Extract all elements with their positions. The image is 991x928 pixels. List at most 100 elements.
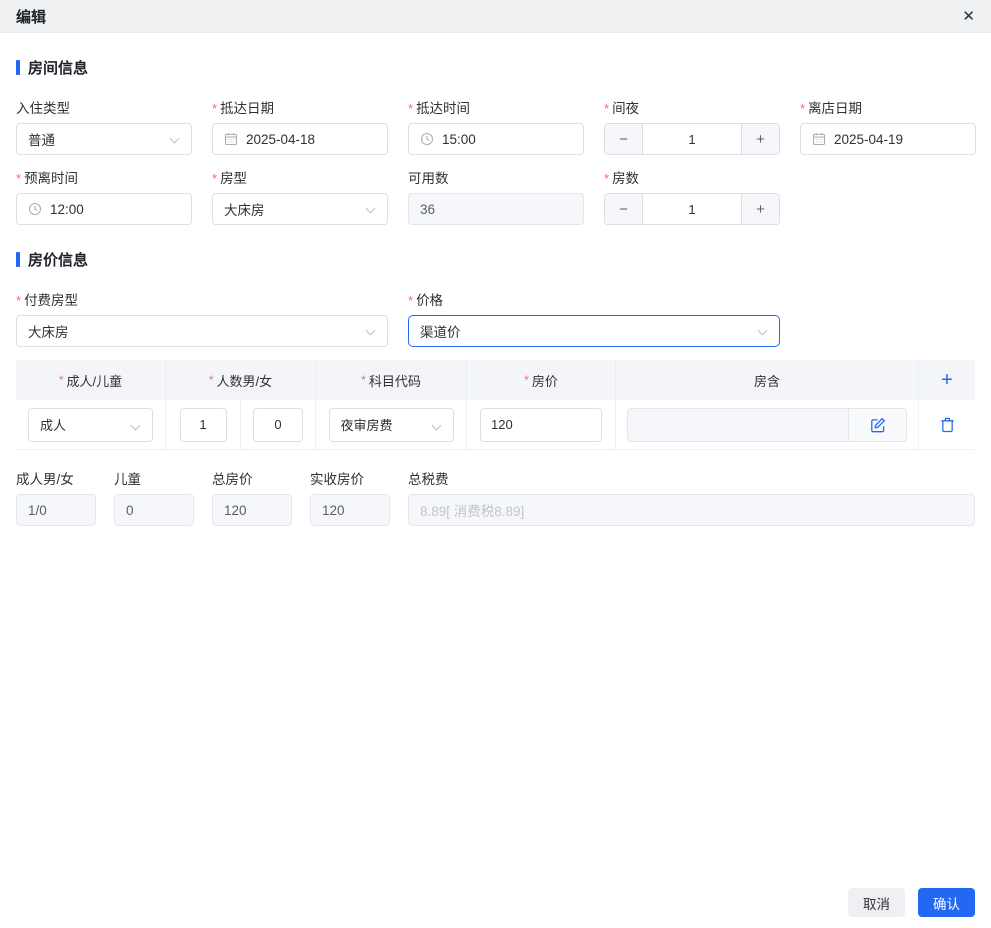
departure-date-label: 离店日期 bbox=[800, 100, 976, 116]
room-type-select[interactable]: 大床房 bbox=[212, 193, 388, 225]
dialog-footer: 取消 确认 bbox=[848, 888, 975, 917]
add-row-button[interactable]: + bbox=[941, 370, 953, 390]
summary-total-price-label: 总房价 bbox=[212, 472, 253, 487]
summary-row: 成人男/女 1/0 儿童 0 总房价 120 实收房价 120 总税费 8.89… bbox=[16, 471, 975, 526]
field-available-count: 可用数 36 bbox=[408, 170, 584, 225]
room-type-label: 房型 bbox=[212, 170, 388, 186]
edit-room-includes-button[interactable] bbox=[848, 408, 906, 441]
col-room-includes: 房含 bbox=[616, 360, 919, 400]
delete-row-button[interactable] bbox=[939, 416, 956, 433]
confirm-button[interactable]: 确认 bbox=[918, 888, 975, 917]
field-departure-date: 离店日期 2025-04-19 bbox=[800, 100, 976, 155]
section-room-info: 房间信息 bbox=[16, 57, 975, 78]
chevron-down-icon bbox=[431, 420, 441, 430]
expected-departure-input[interactable]: 12:00 bbox=[16, 193, 192, 225]
summary-total-tax-label: 总税费 bbox=[408, 472, 449, 487]
empty-cell bbox=[800, 170, 976, 225]
calendar-icon bbox=[224, 132, 238, 146]
arrival-date-label: 抵达日期 bbox=[212, 100, 388, 116]
count-male-input[interactable]: 1 bbox=[179, 407, 227, 442]
section-accent-bar bbox=[16, 60, 20, 75]
summary-actual-price-value: 120 bbox=[310, 494, 390, 526]
summary-total-tax: 总税费 8.89[ 消费税8.89] bbox=[408, 471, 975, 526]
clock-icon bbox=[28, 202, 42, 216]
departure-date-value: 2025-04-19 bbox=[834, 131, 904, 147]
summary-total-price-value: 120 bbox=[212, 494, 292, 526]
chevron-down-icon bbox=[130, 420, 141, 430]
room-count-decrease-button[interactable]: − bbox=[605, 194, 643, 224]
field-nights: 间夜 − 1 + bbox=[604, 100, 780, 155]
expected-departure-label: 预离时间 bbox=[16, 170, 192, 186]
section-price-info: 房价信息 bbox=[16, 249, 975, 270]
arrival-time-value: 15:00 bbox=[442, 131, 476, 147]
room-includes-field bbox=[627, 407, 907, 442]
field-arrival-time: 抵达时间 15:00 bbox=[408, 100, 584, 155]
chevron-down-icon bbox=[365, 325, 376, 336]
close-icon[interactable]: ✕ bbox=[962, 9, 975, 24]
paid-room-type-select[interactable]: 大床房 bbox=[16, 315, 388, 347]
arrival-time-input[interactable]: 15:00 bbox=[408, 123, 584, 155]
field-expected-departure: 预离时间 12:00 bbox=[16, 170, 192, 225]
field-arrival-date: 抵达日期 2025-04-18 bbox=[212, 100, 388, 155]
room-count-stepper: − 1 + bbox=[604, 193, 780, 225]
summary-total-tax-value: 8.89[ 消费税8.89] bbox=[408, 494, 975, 526]
col-adult-child: 成人/儿童 bbox=[16, 360, 166, 400]
checkin-type-value: 普通 bbox=[28, 133, 55, 148]
price-plan-select[interactable]: 渠道价 bbox=[408, 315, 780, 347]
chevron-down-icon bbox=[169, 133, 180, 144]
room-price-input[interactable]: 120 bbox=[480, 407, 602, 442]
departure-date-input[interactable]: 2025-04-19 bbox=[800, 123, 976, 155]
arrival-date-input[interactable]: 2025-04-18 bbox=[212, 123, 388, 155]
price-plan-value: 渠道价 bbox=[420, 325, 461, 340]
available-count-label: 可用数 bbox=[408, 171, 449, 186]
field-room-count: 房数 − 1 + bbox=[604, 170, 780, 225]
subject-code-value: 夜审房费 bbox=[340, 418, 393, 433]
paid-room-type-value: 大床房 bbox=[28, 325, 69, 340]
nights-decrease-button[interactable]: − bbox=[605, 124, 643, 154]
summary-children: 儿童 0 bbox=[114, 471, 194, 526]
room-count-label: 房数 bbox=[604, 170, 780, 186]
field-paid-room-type: 付费房型 大床房 bbox=[16, 292, 388, 347]
section-price-info-title: 房价信息 bbox=[28, 252, 89, 269]
edit-icon bbox=[870, 417, 885, 432]
nights-stepper: − 1 + bbox=[604, 123, 780, 155]
chevron-down-icon bbox=[365, 203, 376, 214]
room-type-value: 大床房 bbox=[224, 203, 265, 218]
col-room-price: 房价 bbox=[467, 360, 616, 400]
summary-children-label: 儿童 bbox=[114, 472, 141, 487]
adult-child-value: 成人 bbox=[40, 418, 67, 433]
summary-adult-mf-value: 1/0 bbox=[16, 494, 96, 526]
count-female-input[interactable]: 0 bbox=[253, 407, 303, 442]
summary-adult-mf-label: 成人男/女 bbox=[16, 472, 74, 487]
room-includes-value bbox=[628, 409, 848, 441]
arrival-date-value: 2025-04-18 bbox=[246, 131, 316, 147]
available-count-value: 36 bbox=[420, 201, 436, 217]
dialog-title: 编辑 bbox=[16, 8, 47, 26]
nights-increase-button[interactable]: + bbox=[741, 124, 779, 154]
section-room-info-title: 房间信息 bbox=[28, 60, 89, 77]
trash-icon bbox=[940, 417, 954, 433]
summary-actual-price-label: 实收房价 bbox=[310, 472, 364, 487]
dialog-header: 编辑 ✕ bbox=[0, 0, 991, 33]
cancel-button[interactable]: 取消 bbox=[848, 888, 905, 917]
nights-value[interactable]: 1 bbox=[643, 124, 741, 154]
summary-children-value: 0 bbox=[114, 494, 194, 526]
checkin-type-label: 入住类型 bbox=[16, 101, 70, 116]
summary-actual-price: 实收房价 120 bbox=[310, 471, 390, 526]
room-count-increase-button[interactable]: + bbox=[741, 194, 779, 224]
room-count-value[interactable]: 1 bbox=[643, 194, 741, 224]
room-info-form: 入住类型 普通 抵达日期 2025-04-18 bbox=[16, 100, 976, 225]
clock-icon bbox=[420, 132, 434, 146]
room-price-value: 120 bbox=[491, 417, 513, 432]
price-table: 成人/儿童 人数男/女 科目代码 房价 房含 + 成人 1 0 bbox=[16, 360, 975, 450]
adult-child-select[interactable]: 成人 bbox=[28, 407, 153, 442]
available-count-input: 36 bbox=[408, 193, 584, 225]
subject-code-select[interactable]: 夜审房费 bbox=[328, 407, 454, 442]
field-price-plan: 价格 渠道价 bbox=[408, 292, 780, 347]
col-count-mf: 人数男/女 bbox=[166, 360, 316, 400]
arrival-time-label: 抵达时间 bbox=[408, 100, 584, 116]
field-checkin-type: 入住类型 普通 bbox=[16, 100, 192, 155]
checkin-type-select[interactable]: 普通 bbox=[16, 123, 192, 155]
price-plan-label: 价格 bbox=[408, 292, 780, 308]
price-table-header: 成人/儿童 人数男/女 科目代码 房价 房含 + bbox=[16, 360, 975, 400]
